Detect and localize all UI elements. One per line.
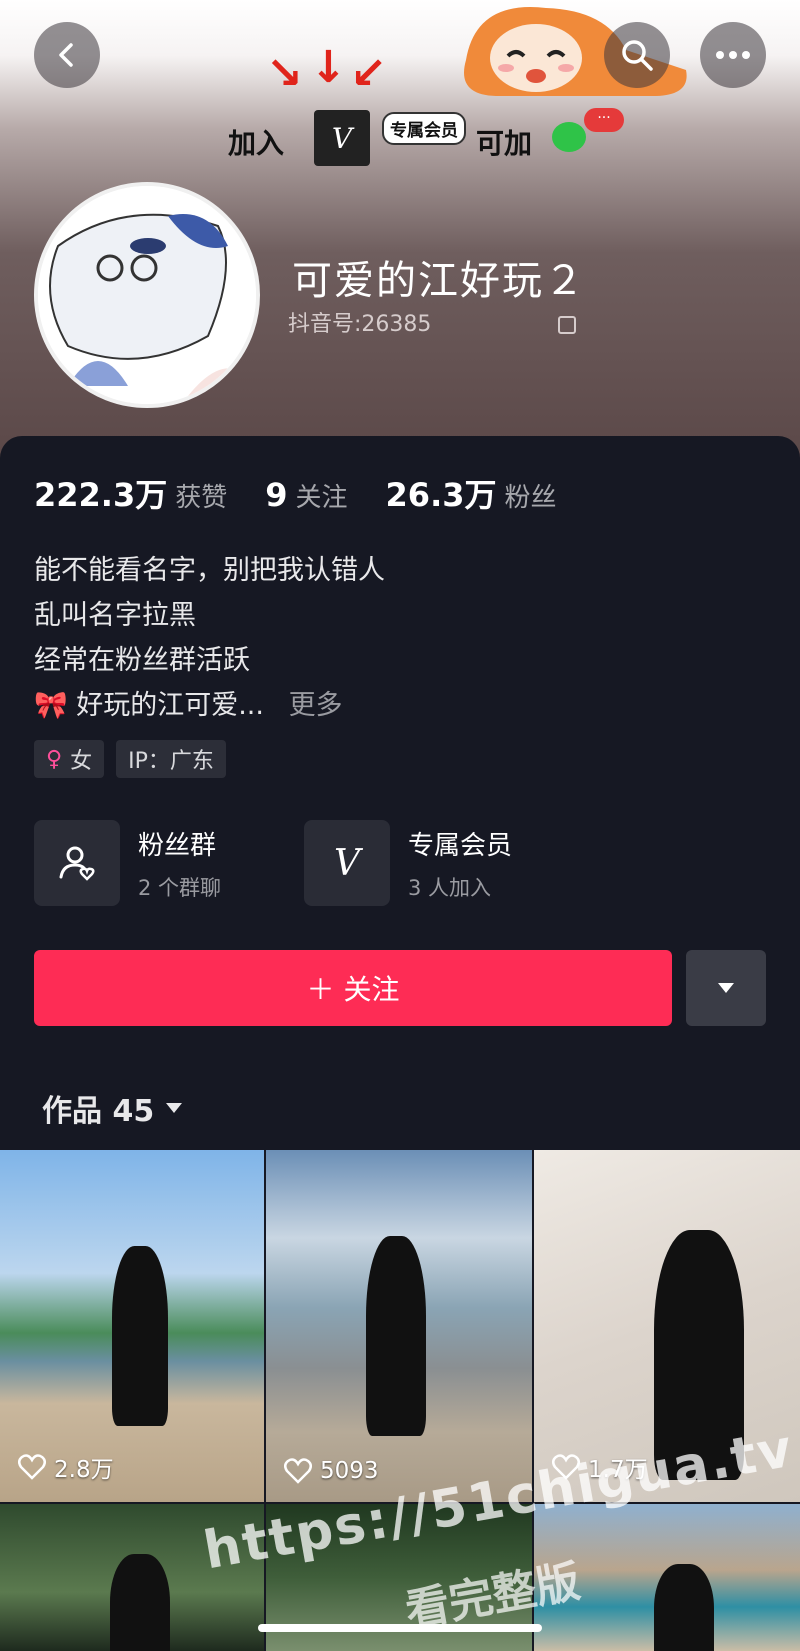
recommend-toggle-button[interactable] bbox=[686, 950, 766, 1026]
membership-title: 专属会员 bbox=[408, 830, 513, 861]
ip-tag: IP：广东 bbox=[116, 740, 226, 778]
membership-entry[interactable]: V 专属会员 3 人加入 bbox=[304, 820, 512, 906]
arrow-down-icon: ↘ bbox=[266, 48, 303, 99]
follow-button[interactable]: ＋ 关注 bbox=[34, 950, 672, 1026]
ribbon-icon: 🎀 bbox=[34, 690, 68, 721]
more-icon bbox=[716, 51, 750, 59]
avatar[interactable] bbox=[34, 182, 260, 408]
banner-member-text: 专属会员 bbox=[382, 112, 466, 145]
bio-line: 能不能看名字，别把我认错人 bbox=[34, 555, 385, 586]
wechat-icon bbox=[552, 122, 586, 152]
fan-group-icon bbox=[34, 820, 120, 906]
fan-group-entry[interactable]: 粉丝群 2 个群聊 bbox=[34, 820, 221, 906]
bio-last-line: 好玩的江可爱... bbox=[76, 690, 264, 721]
home-indicator[interactable] bbox=[258, 1624, 542, 1632]
person-figure bbox=[654, 1564, 714, 1651]
video-likes: 5093 bbox=[284, 1458, 379, 1484]
likes-label: 获赞 bbox=[175, 483, 228, 513]
vip-glyph: V bbox=[334, 842, 360, 884]
ip-text: IP：广东 bbox=[128, 749, 214, 774]
heart-icon bbox=[18, 1454, 46, 1480]
heart-icon bbox=[284, 1458, 312, 1484]
person-figure bbox=[112, 1246, 168, 1426]
person-figure bbox=[110, 1554, 170, 1651]
vip-logo-icon: V bbox=[314, 110, 370, 166]
tab-works[interactable]: 作品 45 bbox=[42, 1086, 184, 1130]
chevron-left-icon bbox=[59, 43, 73, 67]
likes-count: 5093 bbox=[320, 1458, 379, 1484]
profile-nickname: 可爱的江好玩２ bbox=[292, 258, 586, 304]
bio-line: 乱叫名字拉黑 bbox=[34, 600, 196, 631]
bio-more-link[interactable]: 更多 bbox=[289, 690, 343, 721]
works-tab-label: 作品 45 bbox=[42, 1094, 155, 1129]
more-options-button[interactable] bbox=[700, 22, 766, 88]
following-label[interactable]: 关注 bbox=[296, 477, 348, 514]
banner-join-text: 加入 bbox=[228, 127, 285, 160]
search-icon bbox=[622, 40, 653, 71]
caret-down-icon bbox=[718, 983, 734, 993]
back-button[interactable] bbox=[34, 22, 100, 88]
video-thumbnail[interactable]: 5093 bbox=[266, 1150, 532, 1502]
banner-can-add-text: 可加 bbox=[476, 127, 533, 160]
gender-tag: ♀ 女 bbox=[34, 740, 105, 778]
profile-bio: 能不能看名字，别把我认错人 乱叫名字拉黑 经常在粉丝群活跃 🎀 好玩的江可爱..… bbox=[34, 548, 385, 728]
vip-glyph: V bbox=[331, 121, 353, 155]
search-button[interactable] bbox=[604, 22, 670, 88]
bio-line: 🎀 好玩的江可爱... 更多 bbox=[34, 683, 385, 728]
arrow-down-icon: ↓ bbox=[310, 42, 347, 93]
copy-icon[interactable] bbox=[558, 316, 577, 334]
membership-sub: 3 人加入 bbox=[408, 875, 492, 900]
video-likes: 2.8万 bbox=[18, 1450, 114, 1484]
person-figure bbox=[366, 1236, 426, 1436]
followers-label[interactable]: 粉丝 bbox=[505, 477, 557, 514]
female-icon: ♀ bbox=[46, 746, 63, 772]
fan-group-sub: 2 个群聊 bbox=[138, 875, 222, 900]
followers-count[interactable]: 26.3万 bbox=[386, 470, 497, 516]
chat-bubble-icon: ··· bbox=[584, 108, 624, 132]
arrow-down-icon: ↙ bbox=[350, 48, 387, 99]
douyin-id[interactable]: 抖音号:26385 bbox=[288, 306, 577, 338]
caret-down-icon bbox=[166, 1103, 183, 1113]
likes-count: 222.3万 bbox=[34, 476, 168, 514]
following-count[interactable]: 9 bbox=[265, 476, 287, 514]
douyin-id-text: 抖音号:26385 bbox=[288, 312, 432, 337]
profile-stats: 222.3万 获赞 9 关注 26.3万 粉丝 bbox=[34, 470, 595, 516]
bio-line: 经常在粉丝群活跃 bbox=[34, 645, 250, 676]
vip-icon: V bbox=[304, 820, 390, 906]
likes-count: 2.8万 bbox=[54, 1457, 114, 1483]
profile-tags: ♀ 女 IP：广东 bbox=[34, 740, 226, 778]
video-thumbnail[interactable]: 2.8万 bbox=[0, 1150, 264, 1502]
gender-text: 女 bbox=[70, 749, 93, 774]
fan-group-title: 粉丝群 bbox=[138, 830, 217, 861]
